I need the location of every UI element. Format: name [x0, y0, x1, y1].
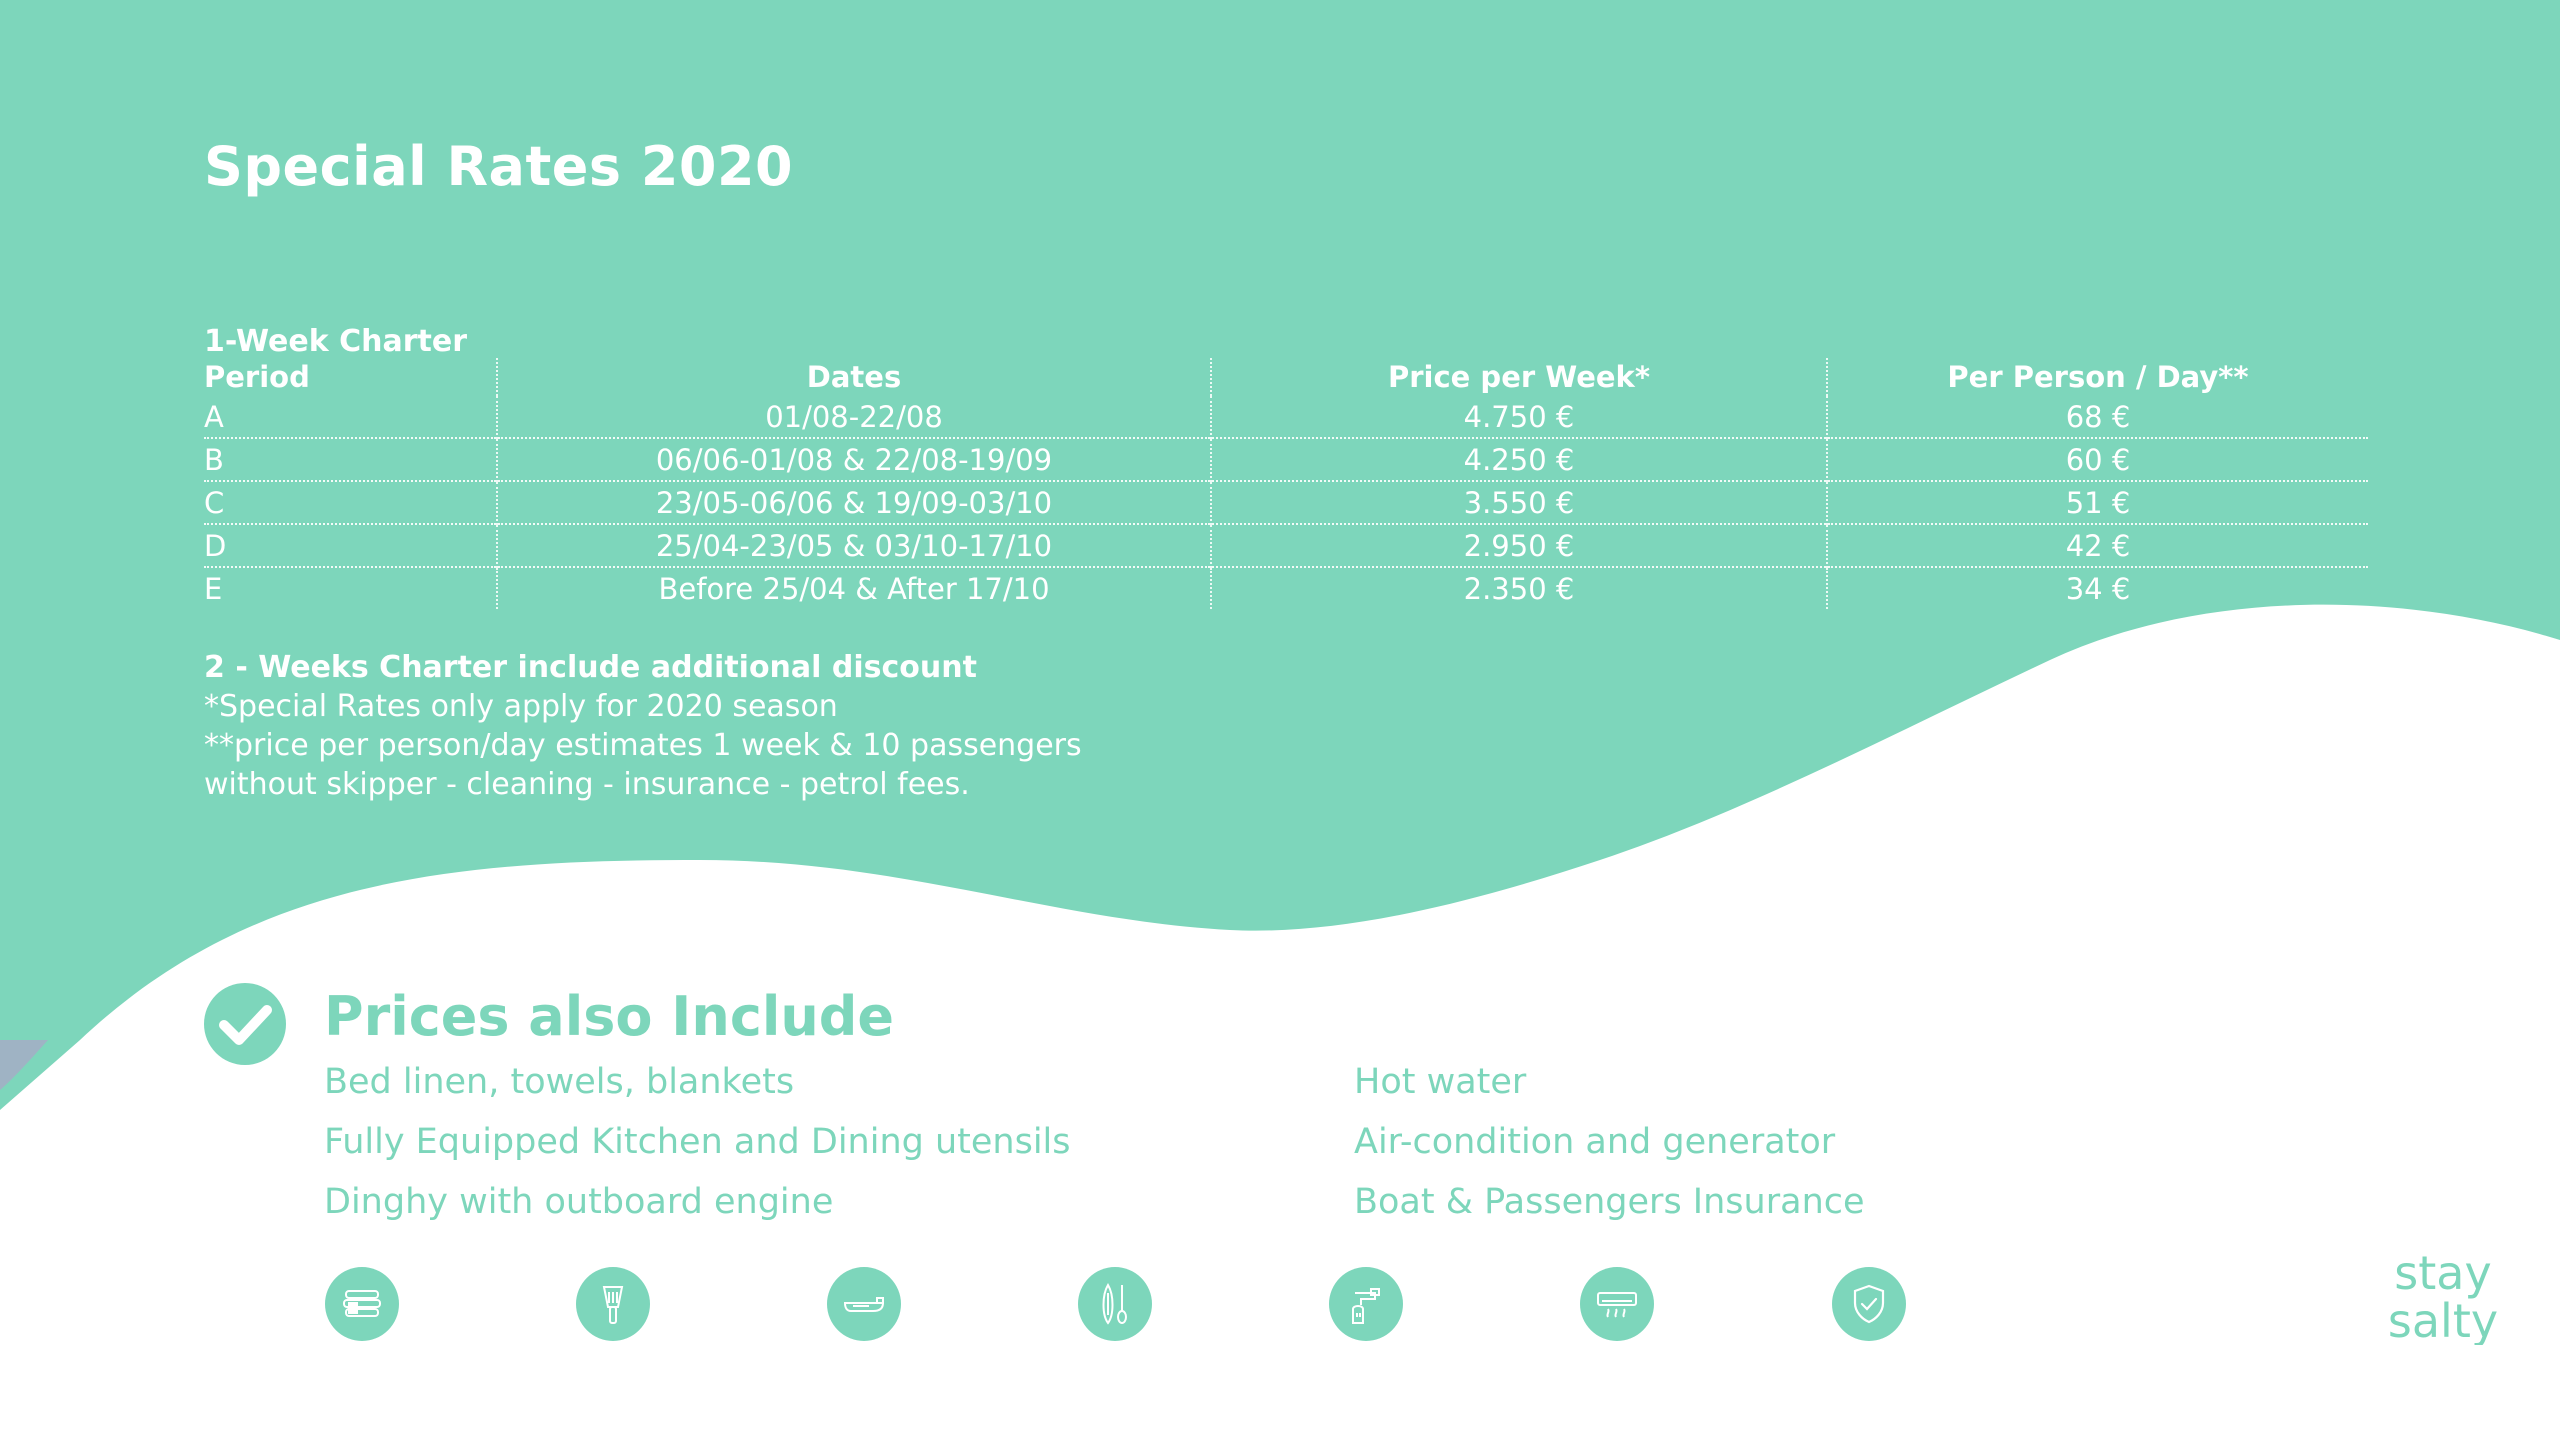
- header-per-person-day: Per Person / Day**: [1826, 358, 2368, 396]
- header-dates: Dates: [496, 358, 1211, 396]
- cell-period: E: [204, 566, 497, 609]
- cell-dates: 23/05-06/06 & 19/09-03/10: [496, 480, 1211, 524]
- include-item: Air-condition and generator: [1354, 1122, 1836, 1162]
- cell-per-person: 68 €: [1826, 396, 2368, 438]
- cell-dates: 06/06-01/08 & 22/08-19/09: [496, 437, 1211, 481]
- cell-dates: 01/08-22/08: [496, 396, 1211, 438]
- dinghy-icon: [827, 1267, 901, 1341]
- rate-notes: 2 - Weeks Charter include additional dis…: [204, 648, 1082, 804]
- include-item: Fully Equipped Kitchen and Dining utensi…: [324, 1122, 1071, 1162]
- include-item: Hot water: [1354, 1062, 1527, 1102]
- charter-subheading: 1-Week Charter: [204, 324, 467, 359]
- cell-per-person: 42 €: [1826, 523, 2368, 567]
- cell-price: 2.950 €: [1210, 523, 1827, 567]
- cell-period: D: [204, 523, 497, 567]
- estimate-note: **price per person/day estimates 1 week …: [204, 728, 1082, 763]
- cell-per-person: 60 €: [1826, 437, 2368, 481]
- include-item: Boat & Passengers Insurance: [1354, 1182, 1865, 1222]
- checkmark-icon: [204, 983, 286, 1065]
- table-row: B 06/06-01/08 & 22/08-19/09 4.250 € 60 €: [204, 437, 2368, 481]
- air-condition-icon: [1580, 1267, 1654, 1341]
- cell-period: C: [204, 480, 497, 524]
- paddle-board-icon: [1078, 1267, 1152, 1341]
- insurance-shield-icon: [1832, 1267, 1906, 1341]
- include-item: Bed linen, towels, blankets: [324, 1062, 795, 1102]
- kitchen-icon: [576, 1267, 650, 1341]
- cell-period: B: [204, 437, 497, 481]
- include-title: Prices also Include: [324, 985, 895, 1048]
- hot-water-icon: [1329, 1267, 1403, 1341]
- page-title: Special Rates 2020: [204, 135, 794, 198]
- cell-price: 2.350 €: [1210, 566, 1827, 609]
- table-header-row: Period Dates Price per Week* Per Person …: [204, 358, 2368, 396]
- svg-text:salty: salty: [2388, 1294, 2498, 1345]
- cell-per-person: 34 €: [1826, 566, 2368, 609]
- cell-dates: Before 25/04 & After 17/10: [496, 566, 1211, 609]
- cell-price: 4.250 €: [1210, 437, 1827, 481]
- include-item: Dinghy with outboard engine: [324, 1182, 834, 1222]
- stay-salty-logo: stay salty: [2388, 1246, 2498, 1345]
- cell-price: 4.750 €: [1210, 396, 1827, 438]
- exclusions-note: without skipper - cleaning - insurance -…: [204, 767, 970, 802]
- linen-icon: [325, 1267, 399, 1341]
- season-note: *Special Rates only apply for 2020 seaso…: [204, 689, 838, 724]
- table-row: C 23/05-06/06 & 19/09-03/10 3.550 € 51 €: [204, 480, 2368, 524]
- svg-text:stay: stay: [2394, 1246, 2491, 1300]
- rates-table: Period Dates Price per Week* Per Person …: [204, 358, 2368, 609]
- table-row: E Before 25/04 & After 17/10 2.350 € 34 …: [204, 566, 2368, 609]
- cell-dates: 25/04-23/05 & 03/10-17/10: [496, 523, 1211, 567]
- cell-per-person: 51 €: [1826, 480, 2368, 524]
- table-row: D 25/04-23/05 & 03/10-17/10 2.950 € 42 €: [204, 523, 2368, 567]
- discount-note: 2 - Weeks Charter include additional dis…: [204, 650, 977, 685]
- header-period: Period: [204, 360, 310, 394]
- header-price-per-week: Price per Week*: [1210, 358, 1827, 396]
- cell-period: A: [204, 399, 224, 434]
- cell-price: 3.550 €: [1210, 480, 1827, 524]
- table-row: A 01/08-22/08 4.750 € 68 €: [204, 396, 2368, 438]
